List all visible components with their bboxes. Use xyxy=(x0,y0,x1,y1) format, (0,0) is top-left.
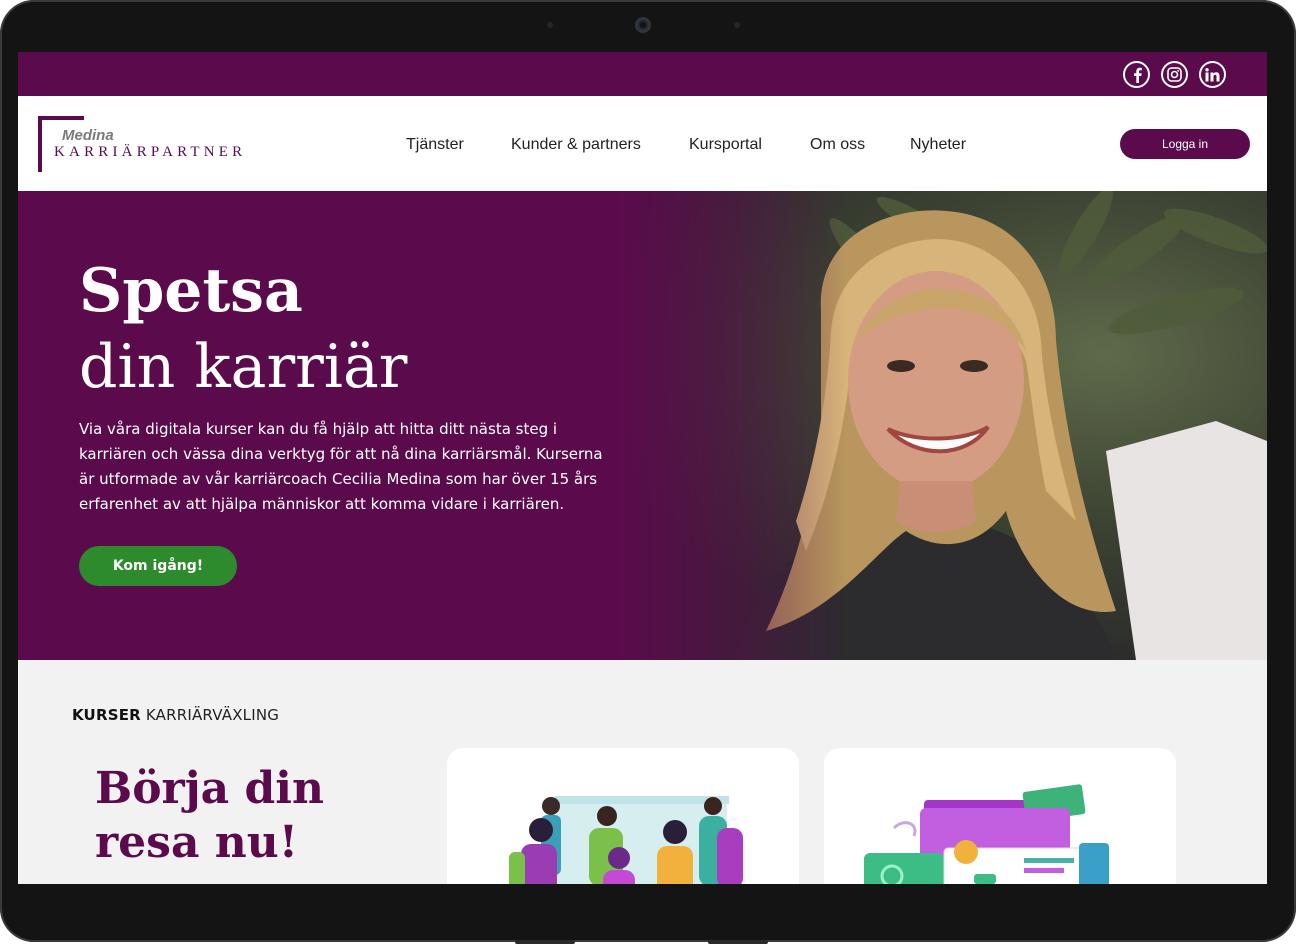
hero-description: Via våra digitala kurser kan du få hjälp… xyxy=(79,420,603,513)
login-button[interactable]: Logga in xyxy=(1120,129,1250,159)
hero-title-line1: Spetsa xyxy=(79,256,303,326)
documents-illustration xyxy=(864,784,1109,884)
nav-item-nyheter[interactable]: Nyheter xyxy=(910,136,966,154)
logo-mark xyxy=(38,116,84,120)
browser-screen: Medina KARRIÄRPARTNER Tjänster Kunder & … xyxy=(18,52,1267,884)
site-logo[interactable]: Medina KARRIÄRPARTNER xyxy=(36,114,276,174)
instagram-icon[interactable] xyxy=(1161,61,1188,88)
front-camera xyxy=(635,17,651,33)
main-nav: Medina KARRIÄRPARTNER Tjänster Kunder & … xyxy=(18,96,1267,191)
course-card[interactable] xyxy=(824,748,1176,884)
hero-title: Spetsa din karriär xyxy=(79,253,407,405)
section-kicker: KURSER KARRIÄRVÄXLING xyxy=(72,706,279,724)
get-started-button[interactable]: Kom igång! xyxy=(79,546,237,586)
hardware-button xyxy=(708,940,768,944)
logo-text-top: Medina xyxy=(62,127,114,144)
linkedin-icon[interactable] xyxy=(1199,61,1226,88)
hero-photo xyxy=(616,191,1267,660)
sensor-dot xyxy=(547,22,553,28)
kicker-bold: KURSER xyxy=(72,706,141,724)
nav-item-tjanster[interactable]: Tjänster xyxy=(406,136,464,154)
nav-item-om-oss[interactable]: Om oss xyxy=(810,136,865,154)
tablet-device: Medina KARRIÄRPARTNER Tjänster Kunder & … xyxy=(0,0,1296,944)
hardware-button xyxy=(515,940,575,944)
people-illustration xyxy=(509,796,743,884)
logo-mark xyxy=(38,116,42,172)
top-bar xyxy=(18,52,1267,96)
logo-text-bottom: KARRIÄRPARTNER xyxy=(54,144,247,160)
photo-fade xyxy=(616,191,846,660)
nav-item-kunder-partners[interactable]: Kunder & partners xyxy=(511,136,641,154)
section-heading: Börja din resa nu! xyxy=(95,763,324,868)
hero-section: Spetsa din karriär Via våra digitala kur… xyxy=(18,191,1267,660)
kicker-rest: KARRIÄRVÄXLING xyxy=(145,706,280,724)
sensor-dot xyxy=(734,22,740,28)
facebook-icon[interactable] xyxy=(1123,61,1150,88)
nav-item-kursportal[interactable]: Kursportal xyxy=(689,136,762,154)
course-card[interactable] xyxy=(447,748,799,884)
hero-title-line2: din karriär xyxy=(79,332,408,402)
